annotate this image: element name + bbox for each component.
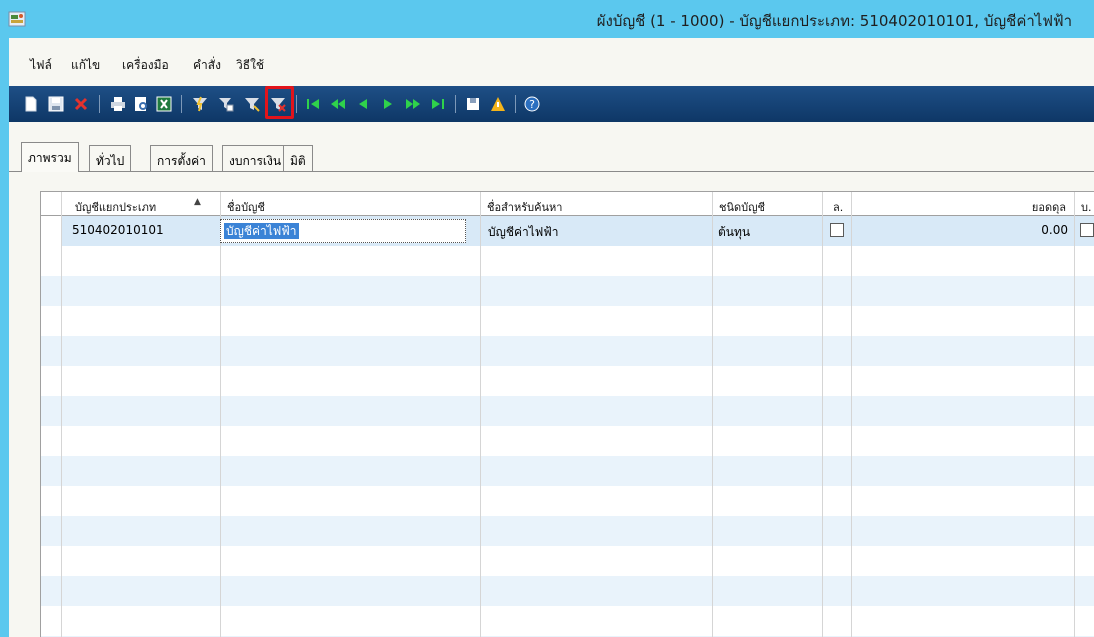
toolbar: ? xyxy=(9,86,1094,122)
alert-icon[interactable] xyxy=(489,95,507,113)
grid-row-band xyxy=(41,516,1094,546)
next-record-icon[interactable] xyxy=(379,95,397,113)
print-icon[interactable] xyxy=(109,95,127,113)
ledger-accounts-grid: บัญชีแยกประเภท ▲ ชื่อบัญชี ชื่อสำหรับค้น… xyxy=(40,191,1094,637)
toolbar-separator xyxy=(99,95,100,113)
grid-row-band xyxy=(41,396,1094,426)
menu-help[interactable]: วิธีใช้ xyxy=(236,56,264,75)
tab-setup[interactable]: การตั้งค่า xyxy=(150,145,213,171)
flag-checkbox[interactable] xyxy=(1080,223,1094,237)
tab-financial-statements[interactable]: งบการเงิน xyxy=(222,145,289,171)
locked-checkbox[interactable] xyxy=(830,223,844,237)
tab-panel-overview: บัญชีแยกประเภท ▲ ชื่อบัญชี ชื่อสำหรับค้น… xyxy=(9,171,1094,637)
clear-filter-highlight xyxy=(265,86,294,119)
grid-column-line xyxy=(712,192,713,637)
print-preview-icon[interactable] xyxy=(132,95,150,113)
cell-account-type[interactable]: ต้นทุน xyxy=(718,223,750,242)
grid-column-line xyxy=(851,192,852,637)
toolbar-separator xyxy=(455,95,456,113)
menu-command[interactable]: คำสั่ง xyxy=(193,56,221,75)
column-header-flag[interactable]: บ. xyxy=(1075,192,1091,216)
first-record-icon[interactable] xyxy=(304,95,322,113)
window-title: ผังบัญชี (1 - 1000) - บัญชีแยกประเภท: 51… xyxy=(596,12,1072,30)
menu-file[interactable]: ไฟล์ xyxy=(30,56,52,75)
help-icon[interactable]: ? xyxy=(523,95,541,113)
previous-record-icon[interactable] xyxy=(354,95,372,113)
grid-column-line xyxy=(480,192,481,637)
cell-ledger-account[interactable]: 510402010101 xyxy=(72,223,164,237)
filter-by-grid-icon[interactable] xyxy=(217,95,235,113)
title-bar: ผังบัญชี (1 - 1000) - บัญชีแยกประเภท: 51… xyxy=(0,0,1094,38)
grid-row-band xyxy=(41,576,1094,606)
filter-by-selection-icon[interactable] xyxy=(191,95,209,113)
grid-column-line xyxy=(61,192,62,637)
export-excel-icon[interactable] xyxy=(155,95,173,113)
grid-row-band xyxy=(41,276,1094,306)
new-icon[interactable] xyxy=(22,95,40,113)
column-header-ledger-account[interactable]: บัญชีแยกประเภท ▲ xyxy=(69,192,219,216)
grid-row-band xyxy=(41,456,1094,486)
grid-column-line xyxy=(220,192,221,637)
cell-balance[interactable]: 0.00 xyxy=(852,223,1070,237)
tab-general[interactable]: ทั่วไป xyxy=(89,145,132,171)
menu-bar: ไฟล์ แก้ไข เครื่องมือ คำสั่ง วิธีใช้ xyxy=(9,38,1094,86)
window-frame-left xyxy=(0,38,9,637)
column-header-label: บัญชีแยกประเภท xyxy=(75,201,157,214)
svg-text:?: ? xyxy=(529,98,535,111)
column-header-account-name[interactable]: ชื่อบัญชี xyxy=(221,192,265,216)
cell-search-name[interactable]: บัญชีค่าไฟฟ้า xyxy=(488,223,559,242)
tab-overview[interactable]: ภาพรวม xyxy=(21,142,79,172)
tab-dimensions[interactable]: มิติ xyxy=(283,145,313,171)
menu-tools[interactable]: เครื่องมือ xyxy=(122,56,169,75)
menu-edit[interactable]: แก้ไข xyxy=(71,56,100,75)
app-icon[interactable] xyxy=(8,10,26,28)
grid-column-line xyxy=(1074,192,1075,637)
next-page-icon[interactable] xyxy=(404,95,422,113)
document-handling-icon[interactable] xyxy=(464,95,482,113)
form-body: ภาพรวม ทั่วไป การตั้งค่า งบการเงิน มิติ xyxy=(9,122,1094,637)
toolbar-separator xyxy=(296,95,297,113)
save-icon[interactable] xyxy=(47,95,65,113)
column-header-balance[interactable]: ยอดดุล xyxy=(852,192,1070,216)
toolbar-separator xyxy=(515,95,516,113)
column-header-search-name[interactable]: ชื่อสำหรับค้นหา xyxy=(481,192,562,216)
advanced-filter-icon[interactable] xyxy=(243,95,261,113)
toolbar-separator xyxy=(181,95,182,113)
column-header-account-type[interactable]: ชนิดบัญชี xyxy=(713,192,765,216)
account-name-selected-text: บัญชีค่าไฟฟ้า xyxy=(224,223,299,239)
grid-column-line xyxy=(822,192,823,637)
account-name-input[interactable]: บัญชีค่าไฟฟ้า xyxy=(220,219,466,243)
previous-page-icon[interactable] xyxy=(329,95,347,113)
column-header-locked[interactable]: ล. xyxy=(827,192,843,216)
grid-row-band xyxy=(41,336,1094,366)
last-record-icon[interactable] xyxy=(429,95,447,113)
delete-icon[interactable] xyxy=(72,95,90,113)
sort-ascending-icon: ▲ xyxy=(194,197,201,207)
